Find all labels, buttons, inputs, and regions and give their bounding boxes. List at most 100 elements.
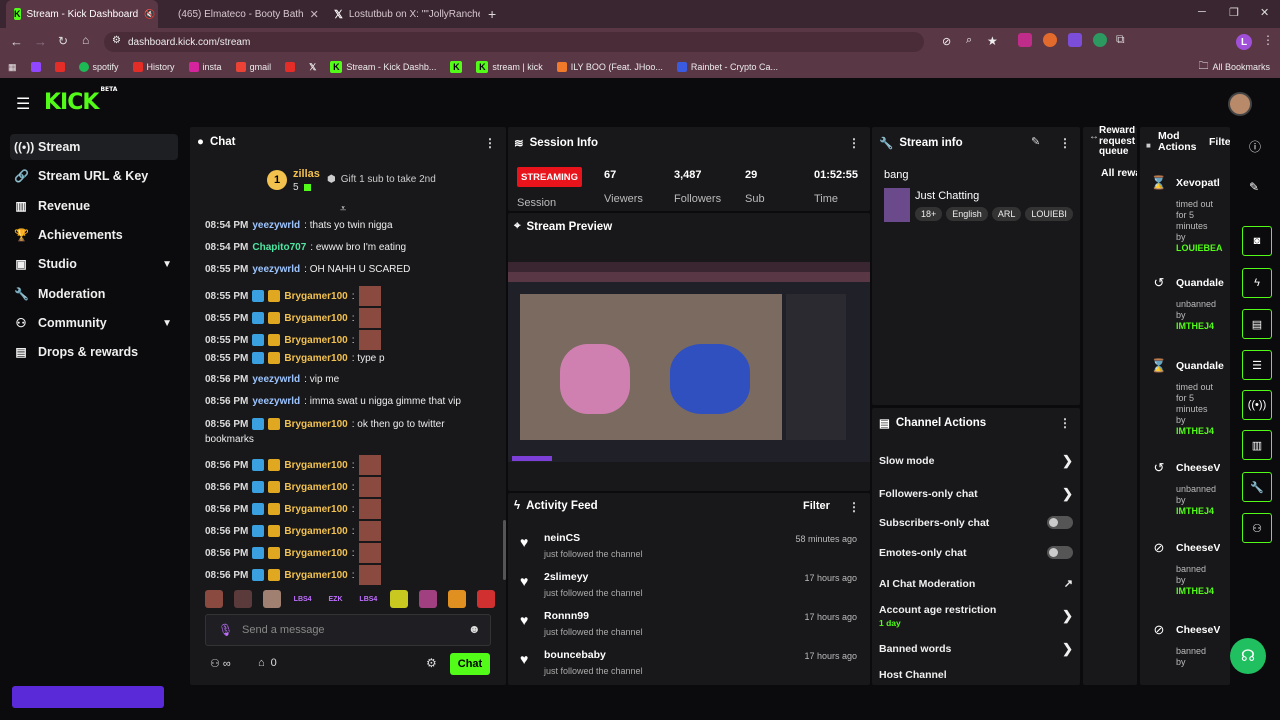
layout-icon[interactable]: ▥ (1242, 430, 1272, 460)
back-icon[interactable]: ← (10, 34, 23, 49)
activity-filter-button[interactable]: Filter (803, 500, 830, 512)
emote-button[interactable] (233, 590, 252, 608)
mod-action-entry[interactable]: ⌛ Quandale timed out for 5 minutes by IMTHEJ4 (1150, 358, 1230, 436)
chat-message[interactable]: 08:55 PM Brygamer100: (205, 286, 381, 306)
toggle-switch[interactable] (1047, 546, 1073, 559)
channel-action-account-age-restriction[interactable]: Account age restriction 1 day ❯ (879, 604, 1073, 628)
extension-icon[interactable] (1043, 33, 1057, 47)
bookmark-gmail[interactable]: gmail (235, 62, 271, 72)
sidebar-item-studio[interactable]: ▣ Studio ▼ (10, 251, 178, 277)
bookmark-spotify[interactable]: spotify (78, 62, 119, 72)
follower-name[interactable]: bouncebaby (544, 649, 606, 661)
chat-message[interactable]: 08:54 PM yeezywrld: thats yo twin nigga (205, 220, 393, 231)
bookmark-star-icon[interactable]: ★ (987, 34, 998, 48)
broadcast-icon[interactable]: ((•)) (1242, 390, 1272, 420)
message-username[interactable]: Brygamer100 (284, 570, 347, 581)
message-username[interactable]: Brygamer100 (284, 548, 347, 559)
moderated-user[interactable]: CheeseV (1176, 462, 1220, 474)
message-username[interactable]: Brygamer100 (284, 313, 347, 324)
close-window-icon[interactable]: ✕ (1260, 6, 1269, 19)
message-username[interactable]: yeezywrld (252, 220, 300, 231)
wrench-icon[interactable]: 🔧 (1242, 472, 1272, 502)
extension-icon[interactable] (1093, 33, 1107, 47)
zoom-icon[interactable]: ⌕ (966, 34, 972, 47)
chat-message[interactable]: 08:56 PM Brygamer100: (205, 543, 381, 563)
moderated-user[interactable]: Quandale (1176, 277, 1224, 289)
reload-icon[interactable]: ↻ (58, 34, 68, 48)
chat-message[interactable]: 08:56 PM yeezywrld: imma swat u nigga gim… (205, 396, 461, 407)
sidebar-item-drops-rewards[interactable]: ▤ Drops & rewards (10, 339, 178, 365)
chat-settings-icon[interactable]: ⚙ (426, 656, 437, 670)
browser-menu-icon[interactable]: ⋮ (1262, 33, 1274, 47)
chat-message[interactable]: 08:54 PM Chapito707: ewww bro I'm eating (205, 242, 406, 253)
stream-tag[interactable]: LOUIEBI (1025, 207, 1073, 221)
emote-button[interactable] (448, 590, 466, 608)
mod-action-entry[interactable]: ↺ Quandale unbanned by IMTHEJ4 (1150, 275, 1230, 331)
message-username[interactable]: Brygamer100 (284, 419, 347, 430)
chat-message[interactable]: 08:55 PM Brygamer100: (205, 330, 381, 350)
channel-action-host-channel[interactable]: Host Channel (879, 669, 1073, 681)
collapse-icon[interactable]: ⩡ (340, 203, 346, 216)
youtube-bookmark-icon[interactable] (54, 62, 65, 72)
new-tab-icon[interactable]: + (488, 6, 496, 22)
message-username[interactable]: Brygamer100 (284, 353, 347, 364)
emote-button[interactable] (390, 590, 409, 608)
emote-button[interactable] (419, 590, 438, 608)
message-username[interactable]: Chapito707 (252, 242, 306, 253)
message-username[interactable]: yeezywrld (252, 396, 300, 407)
emote-button[interactable] (476, 590, 495, 608)
moderated-user[interactable]: CheeseV (1176, 624, 1220, 636)
bookmark-ily-boo[interactable]: ILY BOO (Feat. JHoo... (556, 62, 663, 72)
bookmark-history[interactable]: History (132, 62, 175, 72)
promo-banner[interactable] (12, 686, 164, 708)
moderator-name[interactable]: LOUIEBEA (1150, 243, 1230, 253)
message-username[interactable]: Brygamer100 (284, 460, 347, 471)
chat-message[interactable]: 08:56 PM Brygamer100: (205, 499, 381, 519)
moderator-name[interactable]: IMTHEJ4 (1150, 586, 1230, 596)
stream-tag[interactable]: English (946, 207, 988, 221)
mod-action-entry[interactable]: ⊘ CheeseV banned by IMTHEJ4 (1150, 540, 1230, 596)
emote-text[interactable]: LBS4 (292, 590, 314, 610)
activity-menu-icon[interactable]: ⋮ (848, 500, 860, 514)
chat-message[interactable]: 08:56 PM Brygamer100: (205, 521, 381, 541)
bookmark-kick[interactable]: K (450, 61, 463, 73)
bookmark-insta[interactable]: insta (188, 62, 222, 72)
session-menu-icon[interactable]: ⋮ (848, 136, 860, 150)
emote-button[interactable] (262, 590, 281, 608)
message-username[interactable]: yeezywrld (252, 264, 300, 275)
sidebar-item-stream[interactable]: ((•)) Stream (10, 134, 178, 160)
tab-kick-dashboard[interactable]: K Stream - Kick Dashboard 🔇 ✕ (6, 0, 158, 28)
sidebar-item-stream-url-key[interactable]: 🔗 Stream URL & Key (10, 163, 178, 189)
all-bookmarks[interactable]: 🗀 All Bookmarks (1198, 59, 1270, 76)
microphone-icon[interactable]: 🎙 (218, 623, 233, 637)
mod-action-entry[interactable]: ⌛ Xevopatl timed out for 5 minutes by LOUIEBEA (1150, 175, 1230, 253)
info-icon[interactable]: ⓘ (1249, 138, 1261, 155)
lightning-icon[interactable]: ϟ (1242, 268, 1272, 298)
channel-action-banned-words[interactable]: Banned words ❯ (879, 641, 1073, 657)
user-avatar[interactable] (1228, 92, 1252, 116)
chat-message[interactable]: 08:56 PM Brygamer100: (205, 565, 381, 585)
toggle-switch[interactable] (1047, 516, 1073, 529)
channel-action-emotes-only-chat[interactable]: Emotes-only chat (879, 546, 1073, 559)
chatters-icon[interactable]: ⚇ ∞ (210, 657, 231, 670)
chat-message[interactable]: 08:56 PM Brygamer100: (205, 455, 381, 475)
chat-input[interactable]: 🎙 Send a message ☻ (205, 614, 491, 646)
twitch-extension-icon[interactable] (1068, 33, 1082, 47)
users-icon[interactable]: ⚇ (1242, 513, 1272, 543)
restore-icon[interactable]: ❐ (1229, 6, 1239, 19)
edit-icon[interactable]: ✎ (1031, 135, 1040, 148)
mod-drag-icon[interactable]: ■ (1146, 141, 1151, 150)
message-username[interactable]: yeezywrld (252, 374, 300, 385)
forward-icon[interactable]: → (34, 34, 47, 49)
reward-drag-icon[interactable]: ↔ (1089, 131, 1099, 142)
moderator-name[interactable]: IMTHEJ4 (1150, 321, 1230, 331)
url-field[interactable]: ⚙ dashboard.kick.com/stream ⊘ ⌕ ★ (104, 32, 998, 52)
message-username[interactable]: Brygamer100 (284, 291, 347, 302)
extension-icon[interactable] (1018, 33, 1032, 47)
gift-prompt[interactable]: ⬢ Gift 1 sub to take 2nd (327, 174, 436, 185)
minimize-icon[interactable]: ─ (1198, 6, 1206, 18)
chat-message[interactable]: 08:56 PM Brygamer100: ok then go to twitt… (205, 418, 445, 430)
hamburger-menu-icon[interactable]: ☰ (16, 94, 30, 114)
category-name[interactable]: Just Chatting (915, 190, 979, 202)
all-rewards-tab[interactable]: All rewa (1101, 167, 1137, 179)
